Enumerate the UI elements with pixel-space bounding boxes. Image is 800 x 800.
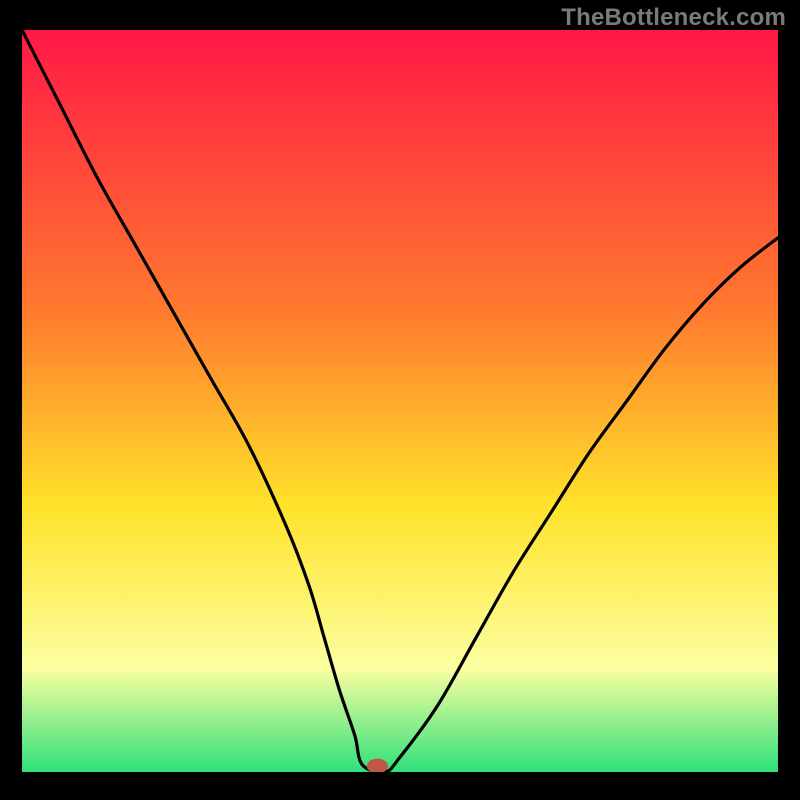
gradient-background	[22, 30, 778, 772]
watermark-text: TheBottleneck.com	[561, 4, 786, 32]
chart-frame: TheBottleneck.com	[0, 0, 800, 800]
bottleneck-curve-chart	[22, 30, 778, 772]
plot-area	[22, 30, 778, 772]
